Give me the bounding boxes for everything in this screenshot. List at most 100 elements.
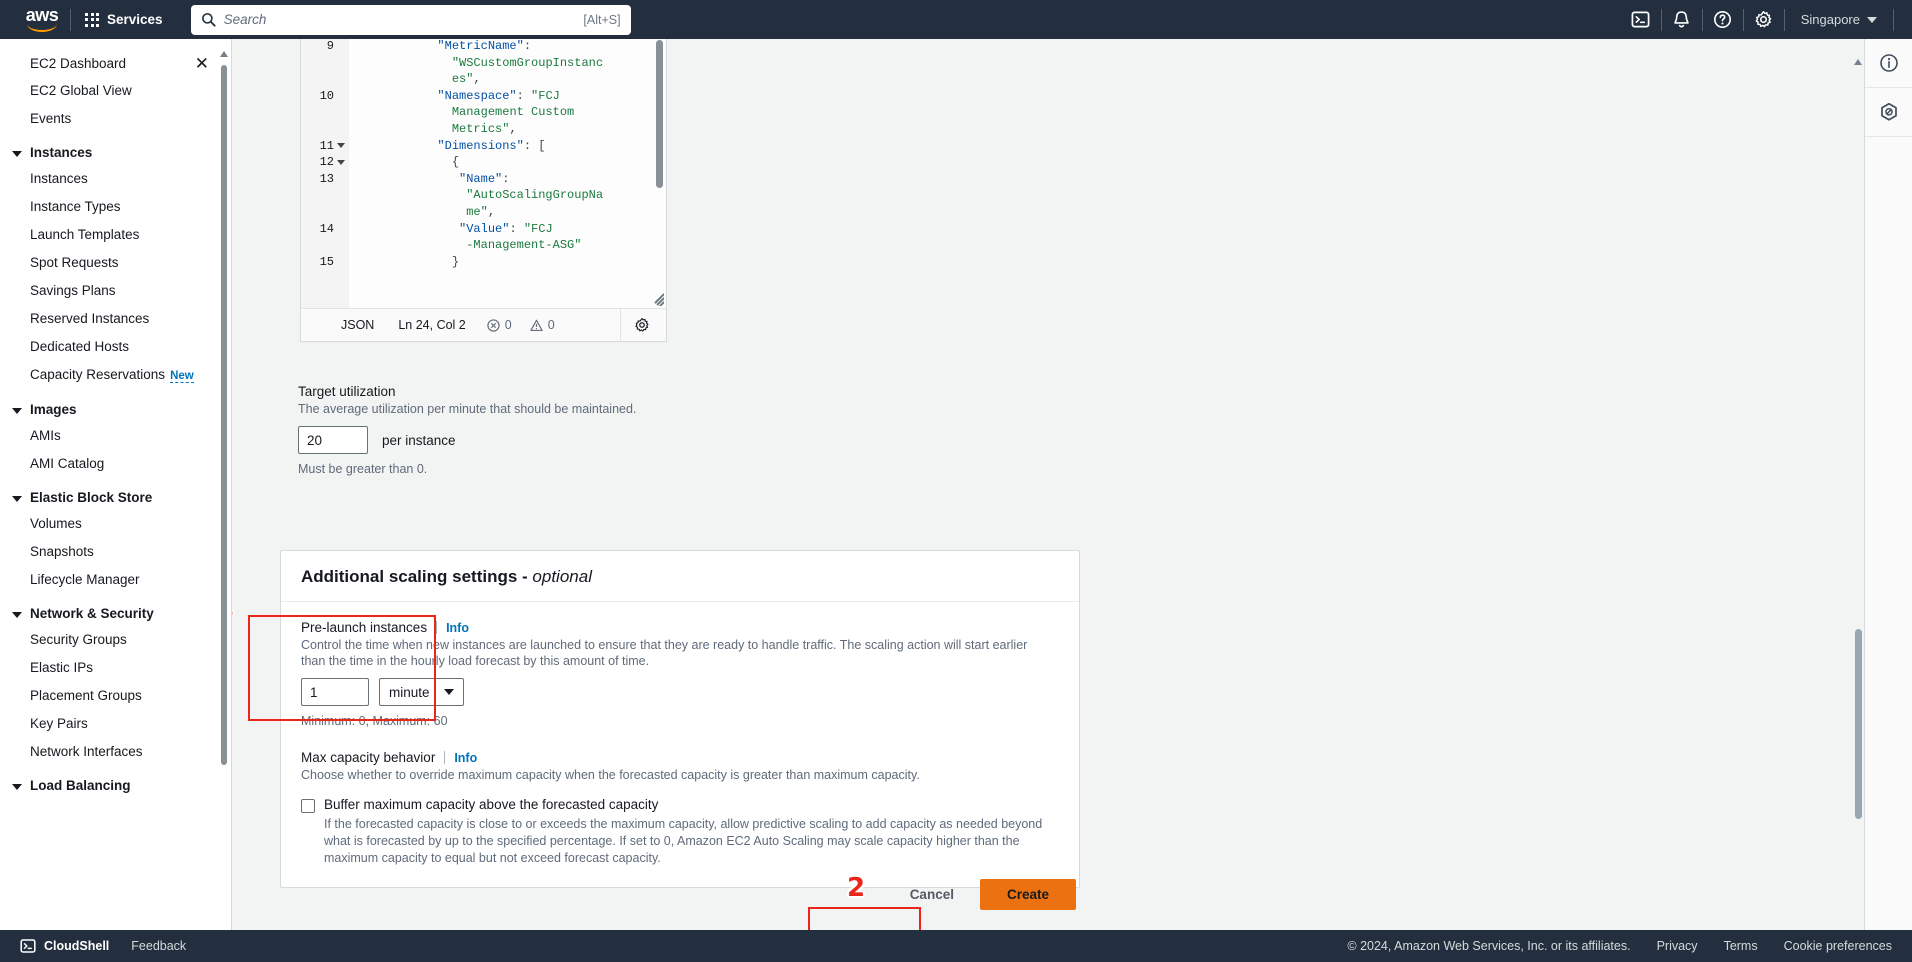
editor-code-line: "Value": "FCJ <box>351 221 666 238</box>
sidebar-item-label: Placement Groups <box>30 688 142 703</box>
editor-code-line: { <box>351 154 666 171</box>
sidebar-item-security-groups[interactable]: Security Groups <box>0 626 231 654</box>
editor-code-line: es", <box>351 71 666 88</box>
privacy-link[interactable]: Privacy <box>1657 939 1698 953</box>
info-circle-icon[interactable] <box>1865 39 1912 88</box>
code-token: es" <box>452 72 474 86</box>
fold-arrow-icon[interactable] <box>337 160 345 165</box>
code-token: , <box>509 122 516 136</box>
page-scrollbar-thumb[interactable] <box>1855 629 1862 819</box>
sidebar-item-dedicated-hosts[interactable]: Dedicated Hosts <box>0 333 231 361</box>
sidebar-new-badge: New <box>170 370 194 383</box>
help-question-icon[interactable] <box>1703 0 1743 39</box>
sidebar-group-images[interactable]: Images <box>0 390 231 422</box>
line-number-value: 10 <box>320 89 334 103</box>
json-code-editor[interactable]: 9101112131415 "MetricName": "WSCustomGro… <box>300 39 667 342</box>
pre-launch-value-input[interactable] <box>301 678 369 706</box>
line-number-value: 9 <box>327 39 334 53</box>
sidebar-item-label: Elastic IPs <box>30 660 93 675</box>
card-title-optional: optional <box>532 567 592 586</box>
target-utilization-input[interactable] <box>298 426 368 454</box>
bottom-right-group: © 2024, Amazon Web Services, Inc. or its… <box>1347 939 1892 953</box>
sidebar-item-events[interactable]: Events <box>0 105 231 133</box>
sidebar-item-lifecycle-manager[interactable]: Lifecycle Manager <box>0 566 231 594</box>
max-capacity-info-link[interactable]: Info <box>454 751 477 765</box>
terms-link[interactable]: Terms <box>1724 939 1758 953</box>
editor-warning-count: 0 <box>521 318 564 332</box>
sidebar-item-ec2-global-view[interactable]: EC2 Global View <box>0 77 231 105</box>
sidebar-group-elastic-block-store[interactable]: Elastic Block Store <box>0 478 231 510</box>
editor-resize-handle[interactable] <box>651 293 664 306</box>
sidebar-group-network-security[interactable]: Network & Security <box>0 594 231 626</box>
pre-launch-label: Pre-launch instances <box>301 620 427 635</box>
chevron-down-icon <box>12 496 22 502</box>
editor-settings-gear-icon[interactable] <box>620 309 662 342</box>
sidebar-item-label: Instances <box>30 171 88 186</box>
feedback-link[interactable]: Feedback <box>131 939 186 953</box>
services-menu-button[interactable]: Services <box>71 0 177 39</box>
buffer-capacity-checkbox-row[interactable]: Buffer maximum capacity above the foreca… <box>301 797 1059 813</box>
additional-scaling-settings-card: Additional scaling settings - optional P… <box>280 550 1080 888</box>
buffer-capacity-label: Buffer maximum capacity above the foreca… <box>324 797 658 812</box>
sidebar-item-spot-requests[interactable]: Spot Requests <box>0 249 231 277</box>
sidebar-item-instances[interactable]: Instances <box>0 165 231 193</box>
buffer-capacity-checkbox[interactable] <box>301 799 315 813</box>
editor-code-area[interactable]: "MetricName": "WSCustomGroupInstanc es",… <box>349 39 666 308</box>
pre-launch-info-link[interactable]: Info <box>446 621 469 635</box>
aws-logo[interactable]: aws <box>14 8 70 32</box>
settings-gear-icon[interactable] <box>1744 0 1784 39</box>
cloudshell-button[interactable]: CloudShell <box>20 938 109 954</box>
editor-scrollbar-thumb[interactable] <box>656 40 663 188</box>
sidebar-item-key-pairs[interactable]: Key Pairs <box>0 710 231 738</box>
editor-language-label[interactable]: JSON <box>329 318 386 332</box>
sidebar-item-capacity-reservations[interactable]: Capacity ReservationsNew <box>0 361 231 390</box>
sidebar-item-network-interfaces[interactable]: Network Interfaces <box>0 738 231 766</box>
sidebar-item-reserved-instances[interactable]: Reserved Instances <box>0 305 231 333</box>
sidebar-item-ami-catalog[interactable]: AMI Catalog <box>0 450 231 478</box>
page-scrollbar[interactable] <box>1854 39 1863 962</box>
sidebar-scrollbar-thumb[interactable] <box>221 65 227 765</box>
buffer-capacity-description: If the forecasted capacity is close to o… <box>324 816 1059 867</box>
sidebar-item-savings-plans[interactable]: Savings Plans <box>0 277 231 305</box>
sidebar-item-volumes[interactable]: Volumes <box>0 510 231 538</box>
sidebar-item-placement-groups[interactable]: Placement Groups <box>0 682 231 710</box>
warning-triangle-icon <box>530 319 543 332</box>
hexagon-shield-icon[interactable] <box>1865 88 1912 137</box>
cancel-button[interactable]: Cancel <box>906 881 958 908</box>
region-selector[interactable]: Singapore <box>1785 0 1893 39</box>
create-button[interactable]: Create <box>980 879 1076 910</box>
page-scroll-up-arrow-icon[interactable] <box>1854 42 1862 60</box>
pre-launch-unit-select[interactable]: minute <box>379 678 464 706</box>
sidebar-item-label: Security Groups <box>30 632 127 647</box>
sidebar-scrollbar[interactable] <box>220 49 228 952</box>
fold-arrow-icon[interactable] <box>337 143 345 148</box>
sidebar-item-elastic-ips[interactable]: Elastic IPs <box>0 654 231 682</box>
sidebar-group-label: Elastic Block Store <box>30 490 152 505</box>
scroll-up-arrow-icon[interactable] <box>220 49 228 58</box>
card-header: Additional scaling settings - optional <box>281 551 1079 602</box>
sidebar-item-amis[interactable]: AMIs <box>0 422 231 450</box>
code-token <box>351 238 466 252</box>
sidebar-group-instances[interactable]: Instances <box>0 133 231 165</box>
editor-scrollbar[interactable] <box>656 40 663 304</box>
cookie-preferences-link[interactable]: Cookie preferences <box>1784 939 1892 953</box>
sidebar-item-ec2-dashboard[interactable]: EC2 Dashboard ✕ <box>0 49 231 77</box>
search-input[interactable]: Search [Alt+S] <box>191 5 631 35</box>
error-circle-icon <box>487 319 500 332</box>
target-utilization-field: Target utilization The average utilizati… <box>298 384 1038 476</box>
sidebar-group-load-balancing[interactable]: Load Balancing <box>0 766 231 798</box>
line-number-value: 13 <box>320 172 334 186</box>
editor-code-line: me", <box>351 204 666 221</box>
sidebar-item-instance-types[interactable]: Instance Types <box>0 193 231 221</box>
code-token: "MetricName" <box>437 39 523 53</box>
sidebar-item-snapshots[interactable]: Snapshots <box>0 538 231 566</box>
sidebar-item-launch-templates[interactable]: Launch Templates <box>0 221 231 249</box>
code-editor-body[interactable]: 9101112131415 "MetricName": "WSCustomGro… <box>301 39 666 308</box>
editor-code-line: "Name": <box>351 171 666 188</box>
bottom-left-group: CloudShell Feedback <box>20 938 186 954</box>
region-label: Singapore <box>1801 12 1860 27</box>
notifications-bell-icon[interactable] <box>1662 0 1702 39</box>
pre-launch-label-row: Pre-launch instances Info <box>301 620 1059 635</box>
cloudshell-icon[interactable] <box>1621 0 1661 39</box>
close-icon[interactable]: ✕ <box>195 55 209 72</box>
